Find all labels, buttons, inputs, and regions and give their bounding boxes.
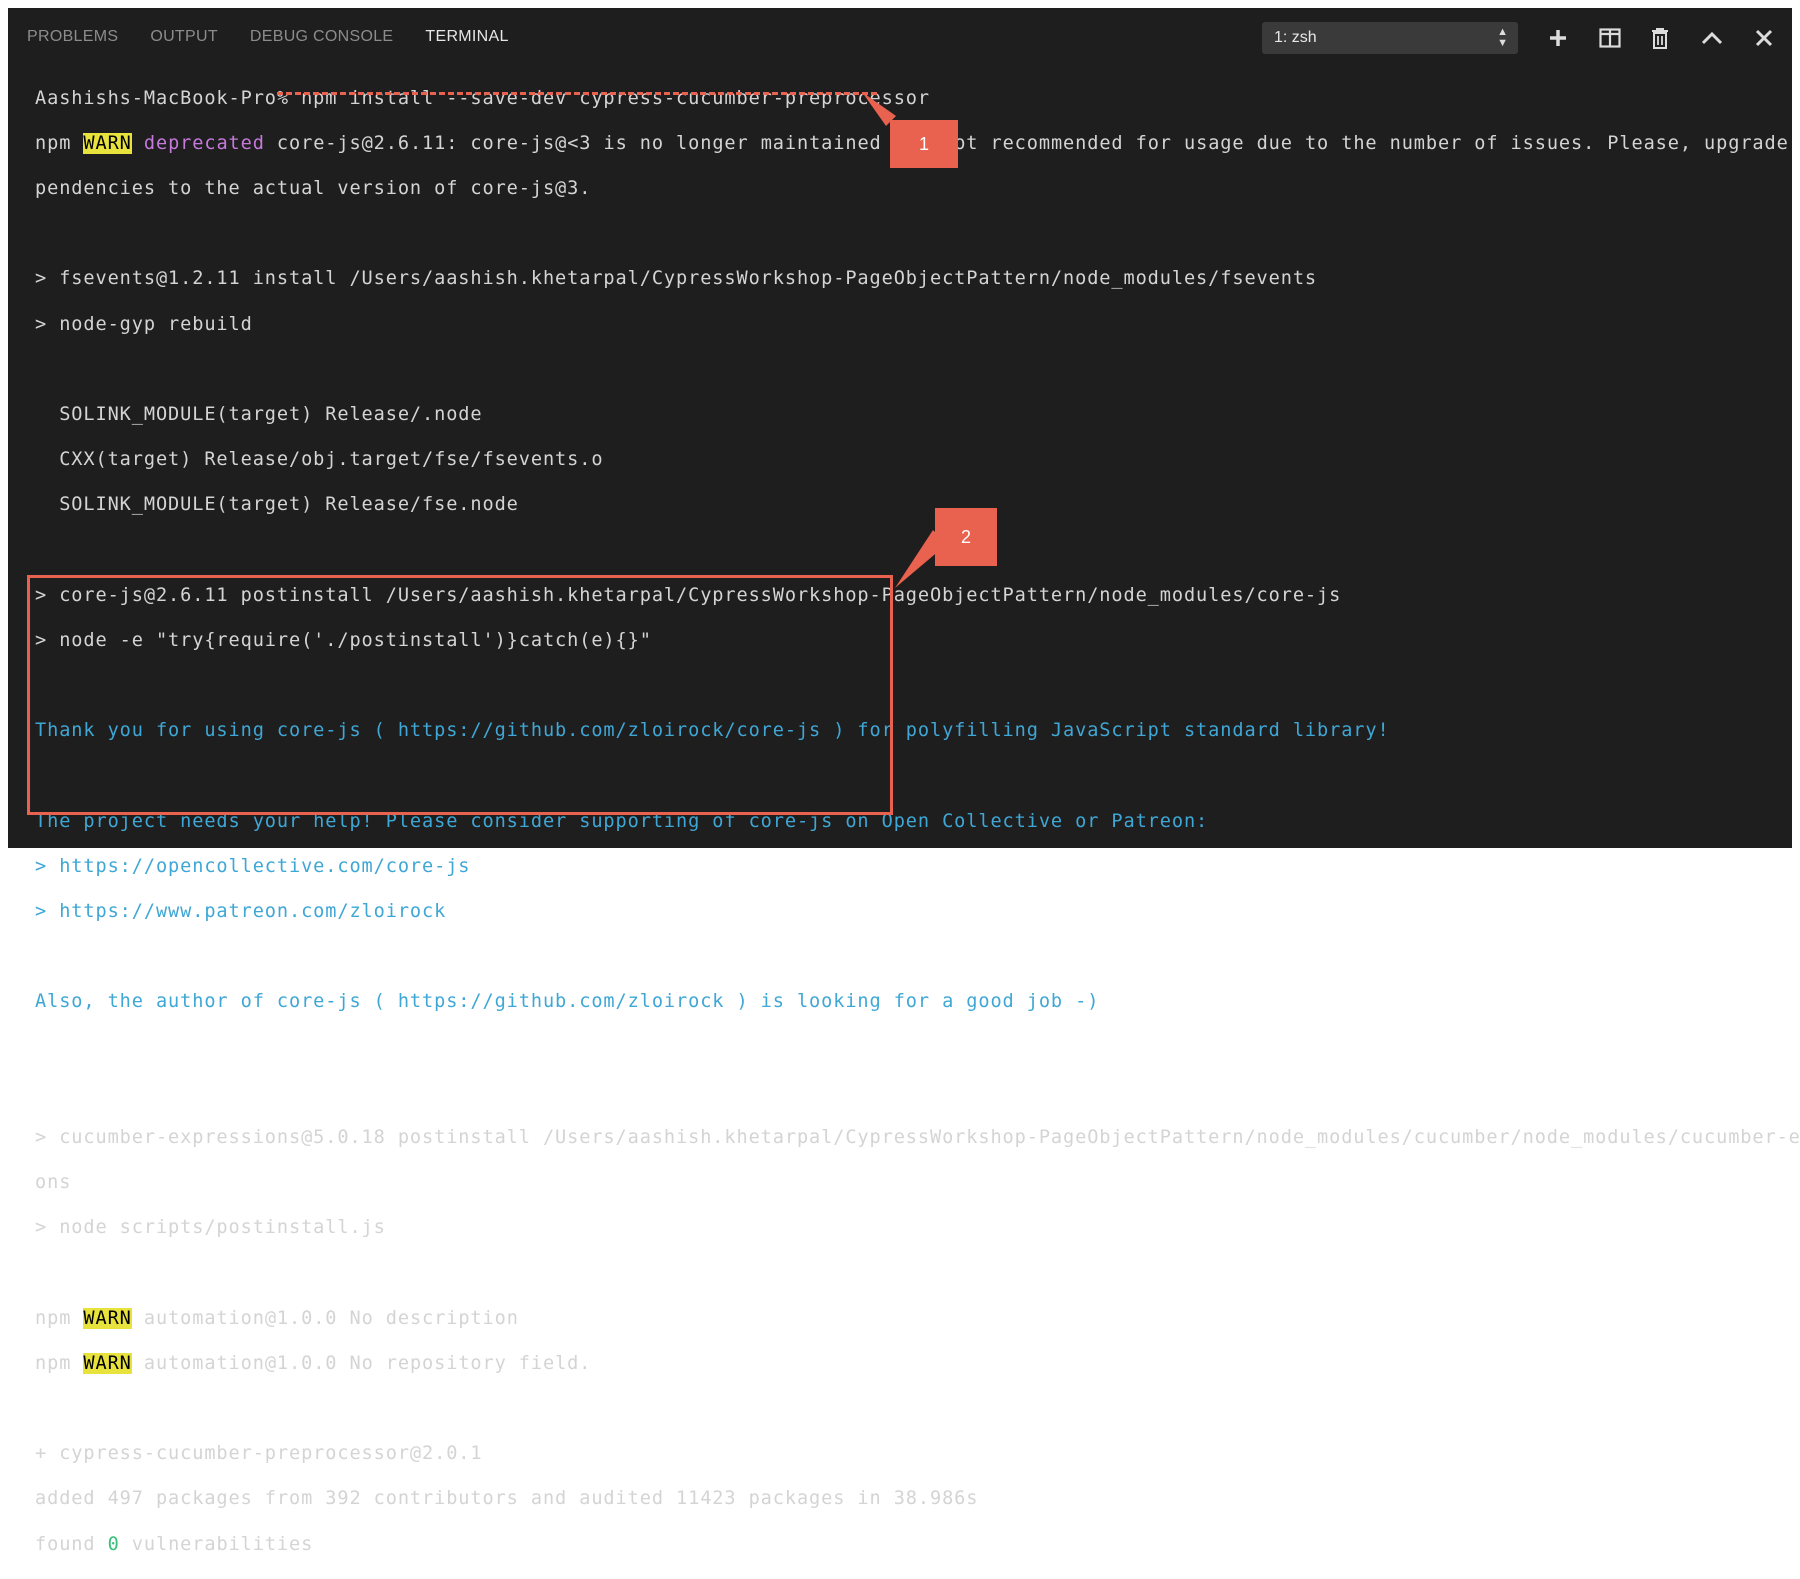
split-terminal-icon bbox=[1599, 28, 1621, 48]
terminal-line: Also, the author of core-js ( https://gi… bbox=[35, 991, 1100, 1013]
terminal-line: found 0 vulnerabilities bbox=[35, 1533, 314, 1555]
terminal-line: > fsevents@1.2.11 install /Users/aashish… bbox=[35, 268, 1318, 290]
select-caret-icon: ▲ ▼ bbox=[1497, 26, 1508, 49]
trash-icon bbox=[1652, 28, 1668, 49]
terminal-line: npm WARN automation@1.0.0 No description bbox=[35, 1307, 519, 1329]
terminal-line: > cucumber-expressions@5.0.18 postinstal… bbox=[35, 1126, 1800, 1148]
warn-badge: WARN bbox=[83, 1307, 132, 1329]
tab-debug-console[interactable]: DEBUG CONSOLE bbox=[250, 28, 394, 50]
panel-tabs: PROBLEMS OUTPUT DEBUG CONSOLE TERMINAL bbox=[27, 28, 541, 50]
terminal-line: CXX(target) Release/obj.target/fse/fseve… bbox=[35, 449, 604, 471]
callout-2: 2 bbox=[935, 508, 997, 566]
terminal-line: > https://opencollective.com/core-js bbox=[35, 855, 471, 877]
plus-icon bbox=[1550, 30, 1566, 46]
terminal-line: SOLINK_MODULE(target) Release/fse.node bbox=[35, 494, 519, 516]
split-terminal-button[interactable] bbox=[1595, 22, 1625, 54]
callout-1: 1 bbox=[890, 120, 958, 168]
terminal-line: > node-gyp rebuild bbox=[35, 313, 253, 335]
terminal-line: > node scripts/postinstall.js bbox=[35, 1217, 386, 1239]
maximize-panel-button[interactable] bbox=[1697, 22, 1727, 54]
terminal-line: ons bbox=[35, 1172, 72, 1194]
terminal-line: npm WARN automation@1.0.0 No repository … bbox=[35, 1352, 592, 1374]
tab-problems[interactable]: PROBLEMS bbox=[27, 28, 118, 50]
terminal-line: pendencies to the actual version of core… bbox=[35, 177, 592, 199]
warn-badge: WARN bbox=[83, 132, 132, 154]
terminal-select-value: 1: zsh bbox=[1274, 29, 1317, 46]
chevron-up-icon bbox=[1701, 31, 1723, 45]
terminal-line: > https://www.patreon.com/zloirock bbox=[35, 900, 447, 922]
terminal-line: Aashishs-MacBook-Pro% npm install --save… bbox=[35, 87, 930, 109]
tab-output[interactable]: OUTPUT bbox=[150, 28, 218, 50]
vulnerability-count: 0 bbox=[107, 1533, 120, 1555]
terminal-line: + cypress-cucumber-preprocessor@2.0.1 bbox=[35, 1443, 483, 1465]
close-panel-button[interactable] bbox=[1749, 22, 1779, 54]
callout-1-underline bbox=[277, 92, 877, 95]
warn-badge: WARN bbox=[83, 1352, 132, 1374]
close-icon bbox=[1755, 29, 1773, 47]
deprecated-label: deprecated bbox=[131, 132, 265, 154]
terminal-output[interactable]: Aashishs-MacBook-Pro% npm install --save… bbox=[35, 65, 1800, 1579]
terminal-select[interactable]: 1: zsh ▲ ▼ bbox=[1262, 22, 1518, 54]
new-terminal-button[interactable] bbox=[1543, 22, 1573, 54]
terminal-line: added 497 packages from 392 contributors… bbox=[35, 1488, 979, 1510]
terminal-line: SOLINK_MODULE(target) Release/.node bbox=[35, 403, 483, 425]
kill-terminal-button[interactable] bbox=[1645, 22, 1675, 54]
callout-2-box bbox=[27, 575, 893, 815]
tab-terminal[interactable]: TERMINAL bbox=[425, 28, 508, 50]
